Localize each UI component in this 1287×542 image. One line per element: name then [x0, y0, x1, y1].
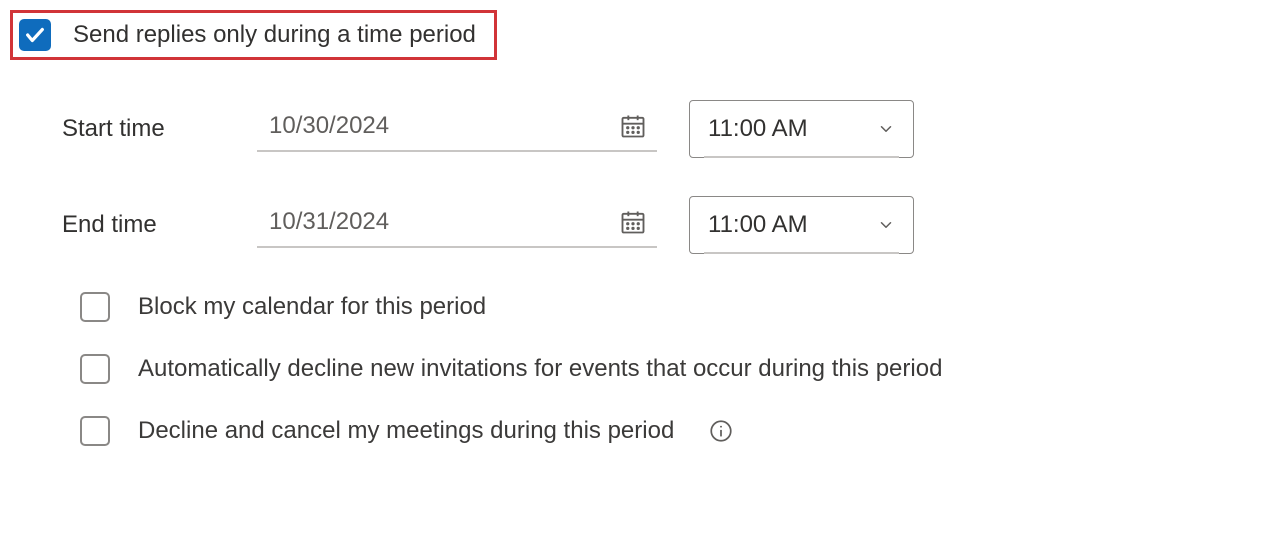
calendar-icon [619, 208, 647, 236]
start-date-input[interactable]: 10/30/2024 [257, 106, 657, 152]
start-date-value: 10/30/2024 [269, 112, 389, 140]
send-replies-label: Send replies only during a time period [73, 21, 476, 49]
auto-decline-label: Automatically decline new invitations fo… [138, 355, 942, 383]
decline-cancel-row: Decline and cancel my meetings during th… [80, 416, 1277, 446]
options-block: Block my calendar for this period Automa… [80, 292, 1277, 446]
calendar-icon [619, 112, 647, 140]
auto-decline-checkbox[interactable] [80, 354, 110, 384]
chevron-down-icon [877, 120, 895, 138]
end-date-value: 10/31/2024 [269, 208, 389, 236]
start-time-value: 11:00 AM [708, 115, 808, 143]
send-replies-time-period-row: Send replies only during a time period [10, 10, 497, 60]
end-time-value: 11:00 AM [708, 211, 808, 239]
end-date-input[interactable]: 10/31/2024 [257, 202, 657, 248]
send-replies-checkbox[interactable] [19, 19, 51, 51]
chevron-down-icon [877, 216, 895, 234]
end-time-row: End time 10/31/2024 11:00 AM [62, 196, 1277, 254]
block-calendar-label: Block my calendar for this period [138, 293, 486, 321]
block-calendar-row: Block my calendar for this period [80, 292, 1277, 322]
start-time-row: Start time 10/30/2024 11:00 AM [62, 100, 1277, 158]
block-calendar-checkbox[interactable] [80, 292, 110, 322]
start-time-label: Start time [62, 115, 257, 143]
auto-decline-row: Automatically decline new invitations fo… [80, 354, 1277, 384]
info-icon[interactable] [708, 418, 734, 444]
check-icon [24, 24, 46, 46]
start-time-dropdown[interactable]: 11:00 AM [689, 100, 914, 158]
end-time-label: End time [62, 211, 257, 239]
decline-cancel-label: Decline and cancel my meetings during th… [138, 417, 674, 445]
end-time-dropdown[interactable]: 11:00 AM [689, 196, 914, 254]
decline-cancel-checkbox[interactable] [80, 416, 110, 446]
